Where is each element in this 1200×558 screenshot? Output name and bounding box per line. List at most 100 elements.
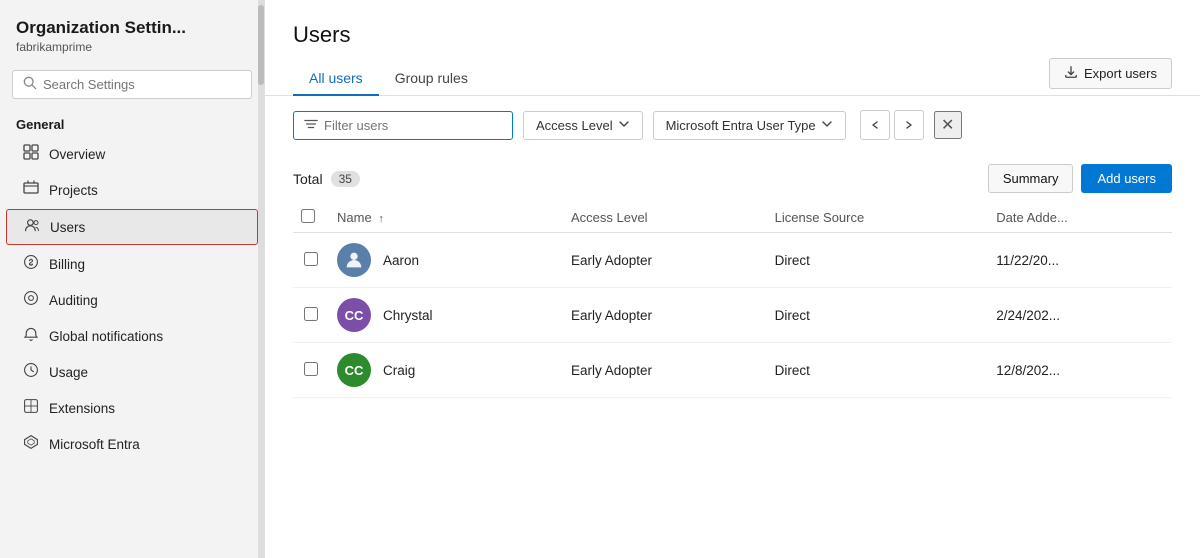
entra-user-type-label: Microsoft Entra User Type	[666, 118, 816, 133]
table-row: CC Craig Early Adopter Direct 12/8/202..…	[293, 343, 1172, 398]
sidebar-item-billing[interactable]: Billing	[6, 247, 258, 281]
projects-icon	[22, 180, 40, 200]
access-level-label: Access Level	[536, 118, 613, 133]
license-source-craig: Direct	[767, 343, 989, 398]
filter-input-wrap[interactable]	[293, 111, 513, 140]
main-content: Users All users Group rules Export users	[265, 0, 1200, 558]
action-buttons: Summary Add users	[988, 164, 1172, 193]
table-header-name: Name ↑	[329, 201, 563, 233]
summary-button[interactable]: Summary	[988, 164, 1074, 193]
name-sort-icon: ↑	[378, 213, 384, 225]
total-text: Total	[293, 171, 323, 187]
user-cell-craig: CC Craig	[329, 343, 563, 398]
sidebar-item-notifications[interactable]: Global notifications	[6, 319, 258, 353]
nav-prev-button[interactable]	[860, 110, 890, 140]
sidebar-item-extensions[interactable]: Extensions	[6, 391, 258, 425]
export-users-button[interactable]: Export users	[1049, 58, 1172, 89]
row-select-craig[interactable]	[293, 343, 329, 398]
auditing-icon	[22, 290, 40, 310]
access-level-chrystal: Early Adopter	[563, 288, 767, 343]
table-area: Total 35 Summary Add users Name ↑	[265, 154, 1200, 558]
access-level-aaron: Early Adopter	[563, 233, 767, 288]
users-table: Name ↑ Access Level License Source Date …	[293, 201, 1172, 398]
sidebar-item-notifications-label: Global notifications	[49, 329, 163, 344]
total-count-badge: 35	[331, 171, 360, 187]
sidebar-search-wrap[interactable]	[12, 70, 252, 99]
avatar-chrystal: CC	[337, 298, 371, 332]
sidebar-title: Organization Settin...	[16, 18, 248, 38]
name-column-label: Name	[337, 210, 372, 225]
table-row: CC Chrystal Early Adopter Direct 2/24/20…	[293, 288, 1172, 343]
access-level-craig: Early Adopter	[563, 343, 767, 398]
user-cell-inner-chrystal: CC Chrystal	[337, 298, 555, 332]
entra-user-type-chevron-icon	[821, 118, 833, 133]
sidebar-search-icon	[23, 76, 37, 93]
sidebar-item-users[interactable]: Users	[6, 209, 258, 245]
filter-close-button[interactable]: ✕	[934, 111, 962, 139]
select-all-checkbox[interactable]	[301, 209, 315, 223]
user-cell-aaron: Aaron	[329, 233, 563, 288]
billing-icon	[22, 254, 40, 274]
sidebar-item-auditing[interactable]: Auditing	[6, 283, 258, 317]
sidebar-item-microsoft-entra-label: Microsoft Entra	[49, 437, 140, 452]
sidebar-item-projects[interactable]: Projects	[6, 173, 258, 207]
sidebar-item-extensions-label: Extensions	[49, 401, 115, 416]
avatar-aaron	[337, 243, 371, 277]
sidebar-scrollbar[interactable]	[258, 0, 264, 558]
filter-bar: Access Level Microsoft Entra User Type	[265, 96, 1200, 154]
export-users-label: Export users	[1084, 66, 1157, 81]
nav-buttons	[860, 110, 924, 140]
page-header: Users	[265, 0, 1200, 58]
sidebar-item-overview[interactable]: Overview	[6, 137, 258, 171]
user-name-aaron: Aaron	[383, 253, 419, 268]
entra-user-type-dropdown[interactable]: Microsoft Entra User Type	[653, 111, 846, 140]
row-checkbox-chrystal[interactable]	[304, 307, 318, 321]
row-select-aaron[interactable]	[293, 233, 329, 288]
row-checkbox-craig[interactable]	[304, 362, 318, 376]
notifications-icon	[22, 326, 40, 346]
total-row: Total 35 Summary Add users	[293, 154, 1172, 201]
sidebar-search-input[interactable]	[43, 77, 241, 92]
table-row: Aaron Early Adopter Direct 11/22/20...	[293, 233, 1172, 288]
tab-all-users[interactable]: All users	[293, 62, 379, 96]
microsoft-entra-icon	[22, 434, 40, 454]
user-cell-inner-aaron: Aaron	[337, 243, 555, 277]
tab-group-rules[interactable]: Group rules	[379, 62, 484, 96]
filter-users-input[interactable]	[324, 118, 502, 133]
avatar-craig: CC	[337, 353, 371, 387]
table-header-license-source: License Source	[767, 201, 989, 233]
sidebar-item-overview-label: Overview	[49, 147, 105, 162]
row-select-chrystal[interactable]	[293, 288, 329, 343]
sidebar-section-general: General	[0, 107, 264, 136]
sidebar-item-billing-label: Billing	[49, 257, 85, 272]
access-level-column-label: Access Level	[571, 210, 648, 225]
license-source-chrystal: Direct	[767, 288, 989, 343]
sidebar: Organization Settin... fabrikamprime Gen…	[0, 0, 265, 558]
user-cell-chrystal: CC Chrystal	[329, 288, 563, 343]
total-label: Total 35	[293, 171, 360, 187]
row-checkbox-aaron[interactable]	[304, 252, 318, 266]
table-body: Aaron Early Adopter Direct 11/22/20...	[293, 233, 1172, 398]
tabs-bar: All users Group rules Export users	[265, 58, 1200, 96]
sidebar-subtitle: fabrikamprime	[16, 40, 248, 54]
sidebar-item-users-label: Users	[50, 220, 85, 235]
nav-next-button[interactable]	[894, 110, 924, 140]
user-cell-inner-craig: CC Craig	[337, 353, 555, 387]
table-header: Name ↑ Access Level License Source Date …	[293, 201, 1172, 233]
scrollbar-thumb	[258, 5, 264, 85]
access-level-dropdown[interactable]: Access Level	[523, 111, 643, 140]
table-header-access-level: Access Level	[563, 201, 767, 233]
table-header-date-added: Date Adde...	[988, 201, 1172, 233]
sidebar-item-microsoft-entra[interactable]: Microsoft Entra	[6, 427, 258, 461]
export-icon	[1064, 65, 1078, 82]
sidebar-item-usage-label: Usage	[49, 365, 88, 380]
sidebar-item-usage[interactable]: Usage	[6, 355, 258, 389]
date-added-column-label: Date Adde...	[996, 210, 1068, 225]
filter-icon	[304, 117, 318, 134]
add-users-button[interactable]: Add users	[1081, 164, 1172, 193]
user-name-chrystal: Chrystal	[383, 308, 433, 323]
license-source-aaron: Direct	[767, 233, 989, 288]
avatar-initials-craig: CC	[345, 363, 364, 378]
license-source-column-label: License Source	[775, 210, 865, 225]
extensions-icon	[22, 398, 40, 418]
